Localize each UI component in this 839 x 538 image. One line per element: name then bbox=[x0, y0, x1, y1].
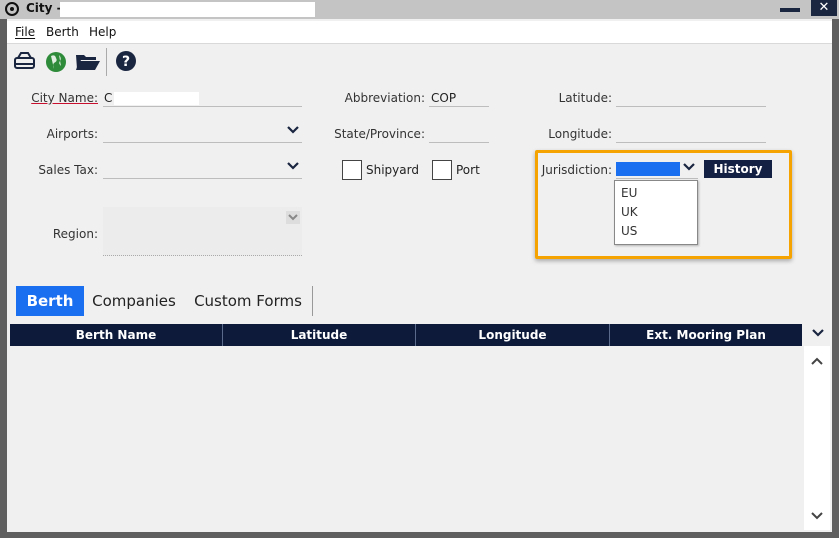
menu-berth[interactable]: Berth bbox=[46, 25, 79, 39]
city-name-underline bbox=[103, 106, 302, 107]
abbreviation-underline bbox=[429, 106, 489, 107]
jurisdiction-underline bbox=[616, 178, 698, 179]
chevron-down-icon[interactable] bbox=[286, 211, 300, 224]
column-header-longitude[interactable]: Longitude bbox=[416, 324, 610, 346]
column-header-latitude[interactable]: Latitude bbox=[223, 324, 416, 346]
chevron-down-icon[interactable] bbox=[287, 160, 299, 174]
menu-help-label: Help bbox=[89, 25, 117, 39]
abbreviation-field[interactable]: COP bbox=[431, 91, 456, 105]
latitude-label: Latitude: bbox=[558, 91, 612, 105]
sales-tax-field[interactable] bbox=[103, 178, 302, 179]
dropdown-option-us[interactable]: US bbox=[621, 224, 637, 238]
column-header-ext-mooring-plan[interactable]: Ext. Mooring Plan bbox=[610, 324, 802, 346]
scroll-down-icon[interactable] bbox=[810, 510, 824, 525]
table-header: Berth Name Latitude Longitude Ext. Moori… bbox=[10, 324, 802, 346]
app-icon bbox=[5, 2, 19, 16]
chevron-down-icon[interactable] bbox=[287, 124, 299, 138]
minimize-button[interactable] bbox=[780, 8, 800, 12]
abbreviation-value: COP bbox=[431, 91, 457, 105]
window-title: City - bbox=[26, 1, 62, 15]
airports-field[interactable] bbox=[103, 142, 302, 143]
menu-help[interactable]: Help bbox=[89, 25, 116, 39]
longitude-field[interactable] bbox=[616, 142, 766, 143]
column-header-berth-name[interactable]: Berth Name bbox=[10, 324, 223, 346]
svg-text:?: ? bbox=[122, 54, 130, 70]
tab-separator bbox=[312, 286, 313, 316]
city-name-redaction bbox=[114, 92, 199, 105]
history-button[interactable]: History bbox=[704, 160, 772, 178]
table-body bbox=[10, 346, 802, 530]
abbreviation-label: Abbreviation: bbox=[344, 91, 425, 105]
menu-file-label: File bbox=[15, 25, 36, 39]
folder-icon[interactable] bbox=[75, 50, 100, 74]
drive-icon[interactable] bbox=[13, 50, 37, 74]
close-button[interactable]: ✕ bbox=[811, 0, 837, 16]
dropdown-option-uk[interactable]: UK bbox=[621, 205, 638, 219]
tab-companies[interactable]: Companies bbox=[88, 286, 180, 316]
jurisdiction-select[interactable] bbox=[616, 162, 680, 176]
state-province-field[interactable] bbox=[429, 142, 489, 143]
help-icon[interactable]: ? bbox=[115, 50, 139, 74]
toolbar-separator bbox=[106, 48, 107, 76]
jurisdiction-dropdown: EU UK US bbox=[614, 180, 698, 245]
port-label: Port bbox=[456, 163, 480, 177]
latitude-field[interactable] bbox=[616, 106, 766, 107]
tab-berth[interactable]: Berth bbox=[16, 286, 84, 316]
menu-file[interactable]: File bbox=[15, 25, 35, 39]
scroll-up-icon[interactable] bbox=[810, 355, 824, 370]
jurisdiction-label: Jurisdiction: bbox=[541, 163, 612, 177]
city-name-value: C bbox=[104, 91, 113, 105]
menu-bar bbox=[7, 21, 832, 44]
sales-tax-label: Sales Tax: bbox=[38, 163, 98, 177]
tab-custom-forms[interactable]: Custom Forms bbox=[188, 286, 308, 316]
region-label: Region: bbox=[52, 227, 98, 241]
menu-berth-label: Berth bbox=[46, 25, 79, 39]
shipyard-label: Shipyard bbox=[366, 163, 419, 177]
scrollbar[interactable] bbox=[804, 346, 830, 530]
globe-icon[interactable] bbox=[44, 50, 68, 74]
chevron-down-icon[interactable] bbox=[811, 327, 825, 342]
shipyard-checkbox[interactable] bbox=[342, 160, 362, 180]
chevron-down-icon[interactable] bbox=[683, 161, 695, 175]
title-redaction bbox=[60, 2, 315, 17]
state-province-label: State/Province: bbox=[334, 127, 425, 141]
city-name-label-text: City Name: bbox=[31, 91, 98, 105]
airports-label: Airports: bbox=[46, 127, 98, 141]
region-field[interactable] bbox=[103, 207, 302, 256]
city-name-label: City Name: bbox=[20, 91, 98, 105]
city-name-field[interactable]: C bbox=[104, 91, 112, 105]
longitude-label: Longitude: bbox=[548, 127, 612, 141]
port-checkbox[interactable] bbox=[432, 160, 452, 180]
dropdown-option-eu[interactable]: EU bbox=[621, 186, 637, 200]
